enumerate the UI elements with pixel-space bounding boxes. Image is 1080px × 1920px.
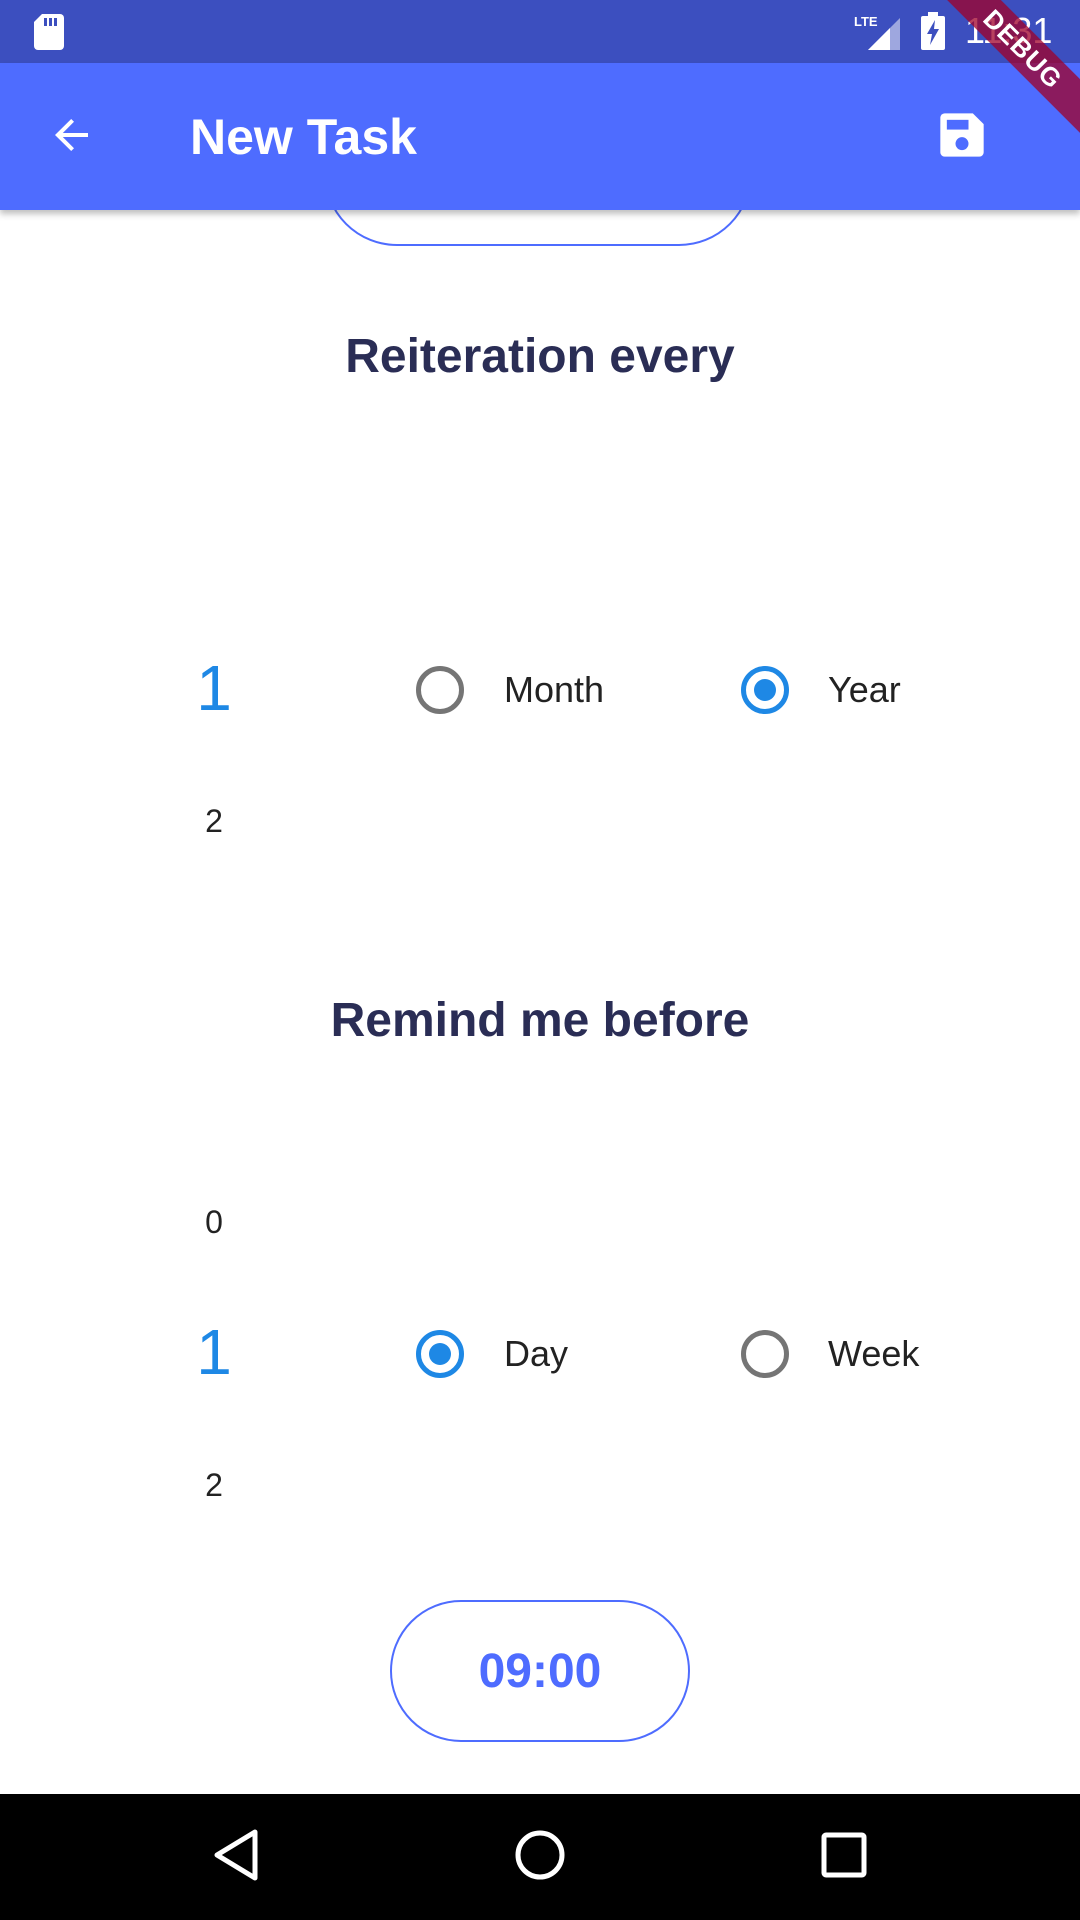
time-button[interactable]: 09:00 — [390, 1600, 690, 1742]
reiteration-title: Reiteration every — [345, 330, 735, 383]
save-icon — [936, 109, 988, 166]
year-radio[interactable] — [741, 666, 789, 714]
status-bar: LTE 11:31 — [0, 0, 1080, 63]
svg-text:LTE: LTE — [854, 14, 878, 29]
page-title: New Task — [190, 109, 417, 165]
back-button[interactable] — [40, 105, 104, 169]
week-radio[interactable] — [741, 1330, 789, 1378]
nav-home-icon — [513, 1828, 567, 1887]
week-radio-label[interactable]: Week — [828, 1332, 919, 1376]
screen: LTE 11:31 DEBUG New Task — [0, 0, 1080, 1920]
remind-picker-next[interactable]: 2 — [190, 1465, 238, 1505]
reiteration-picker-next[interactable]: 2 — [190, 801, 238, 841]
remind-picker-prev[interactable]: 0 — [190, 1202, 238, 1242]
year-radio-label[interactable]: Year — [828, 668, 901, 712]
day-radio-label[interactable]: Day — [504, 1332, 568, 1376]
day-radio[interactable] — [416, 1330, 464, 1378]
nav-home-button[interactable] — [502, 1819, 578, 1895]
remind-title: Remind me before — [330, 994, 750, 1047]
reiteration-picker-selected[interactable]: 1 — [190, 652, 238, 724]
month-radio-label[interactable]: Month — [504, 668, 604, 712]
navigation-bar — [0, 1794, 1080, 1920]
nav-recents-icon — [820, 1831, 868, 1884]
nav-back-button[interactable] — [198, 1819, 274, 1895]
app-bar: New Task — [0, 63, 1080, 210]
nav-back-icon — [211, 1828, 261, 1887]
month-radio[interactable] — [416, 666, 464, 714]
nav-recents-button[interactable] — [806, 1819, 882, 1895]
remind-picker-selected[interactable]: 1 — [190, 1316, 238, 1388]
sd-card-icon — [34, 14, 64, 50]
lte-signal-icon: LTE — [854, 12, 902, 50]
battery-charging-icon — [921, 12, 945, 50]
save-button[interactable] — [930, 105, 994, 169]
arrow-back-icon — [48, 111, 96, 164]
